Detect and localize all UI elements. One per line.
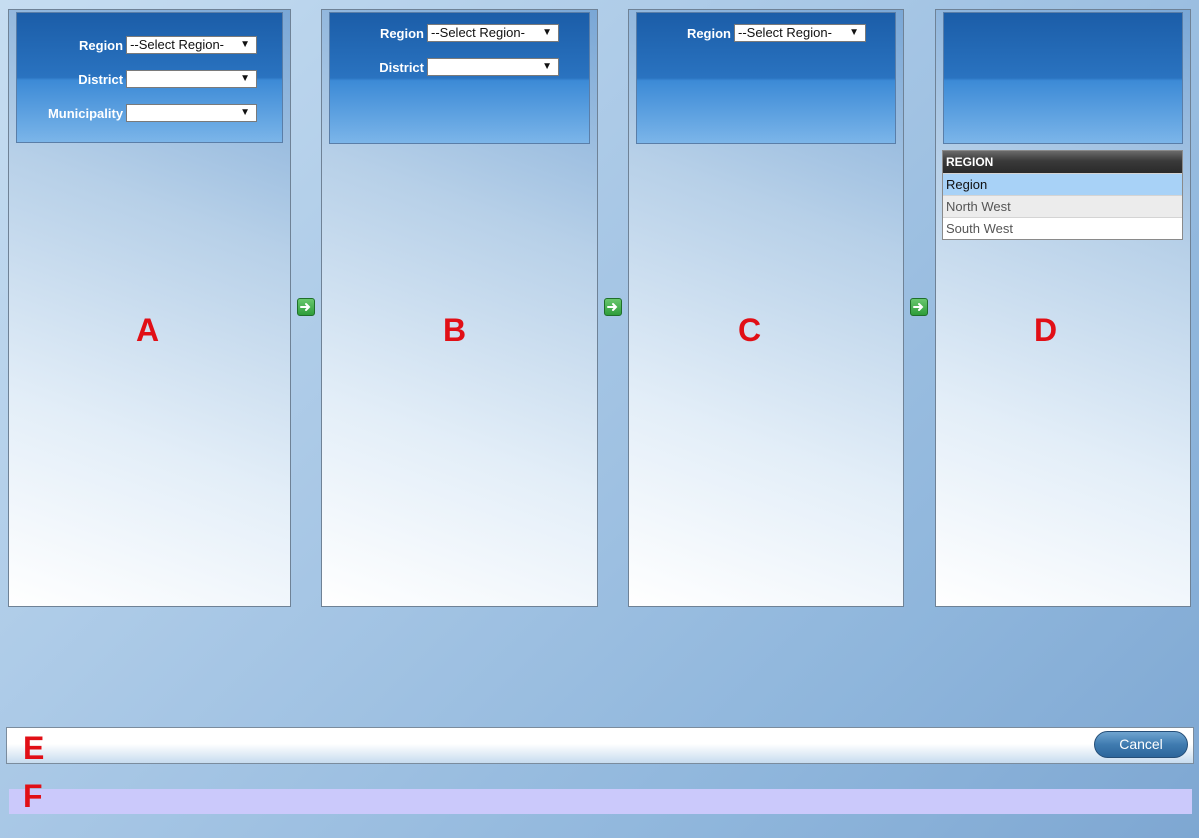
panel-d-header [943,12,1183,144]
dropdown-arrow-icon: ▼ [240,39,250,50]
municipality-select[interactable]: ▼ [126,104,257,122]
dropdown-arrow-icon: ▼ [240,73,250,84]
dropdown-arrow-icon: ▼ [849,27,859,38]
district-select[interactable]: ▼ [126,70,257,88]
region-label: Region [79,37,124,53]
region-select-value: --Select Region- [738,25,832,40]
district-label: District [78,71,124,87]
panel-b-filter-header: Region --Select Region- ▼ District ▼ [329,12,590,144]
dropdown-arrow-icon: ▼ [240,107,250,118]
panel-c: Region --Select Region- ▼ C [628,9,904,607]
region-row-south-west[interactable]: South West [943,217,1182,239]
panel-b-marker: B [443,312,467,348]
next-arrow-icon [300,303,311,311]
action-bar: E Cancel [6,727,1194,766]
dropdown-arrow-icon: ▼ [542,27,552,38]
region-label: Region [686,25,731,41]
status-strip [9,789,1192,814]
status-strip-marker: F [23,778,43,814]
region-row-region[interactable]: Region [943,173,1182,195]
next-arrow-icon [913,303,924,311]
panel-b: Region --Select Region- ▼ District ▼ B [321,9,598,607]
district-label: District [379,59,424,75]
next-arrow-button-c[interactable] [910,298,928,316]
district-select[interactable]: ▼ [427,58,559,76]
panel-a-filter-header: Region --Select Region- ▼ District ▼ Mun… [16,12,283,143]
panel-a: Region --Select Region- ▼ District ▼ Mun… [8,9,291,607]
region-table-header: REGION [943,151,1182,173]
region-select-value: --Select Region- [130,37,225,52]
next-arrow-icon [607,303,618,311]
panel-d-marker: D [1034,312,1058,348]
region-select[interactable]: --Select Region- ▼ [734,24,866,42]
action-bar-marker: E [23,730,45,766]
next-arrow-button-b[interactable] [604,298,622,316]
dropdown-arrow-icon: ▼ [542,61,552,72]
panel-c-filter-header: Region --Select Region- ▼ [636,12,896,144]
region-select-value: --Select Region- [431,25,525,40]
municipality-label: Municipality [47,105,124,121]
region-table: REGION Region North West South West [942,150,1183,240]
region-select[interactable]: --Select Region- ▼ [427,24,559,42]
cancel-button[interactable]: Cancel [1094,731,1188,758]
panel-d: REGION Region North West South West D [935,9,1191,607]
panel-c-marker: C [738,312,762,348]
region-row-north-west[interactable]: North West [943,195,1182,217]
next-arrow-button-a[interactable] [297,298,315,316]
panel-a-marker: A [136,312,160,348]
region-label: Region [379,25,424,41]
region-select[interactable]: --Select Region- ▼ [126,36,257,54]
